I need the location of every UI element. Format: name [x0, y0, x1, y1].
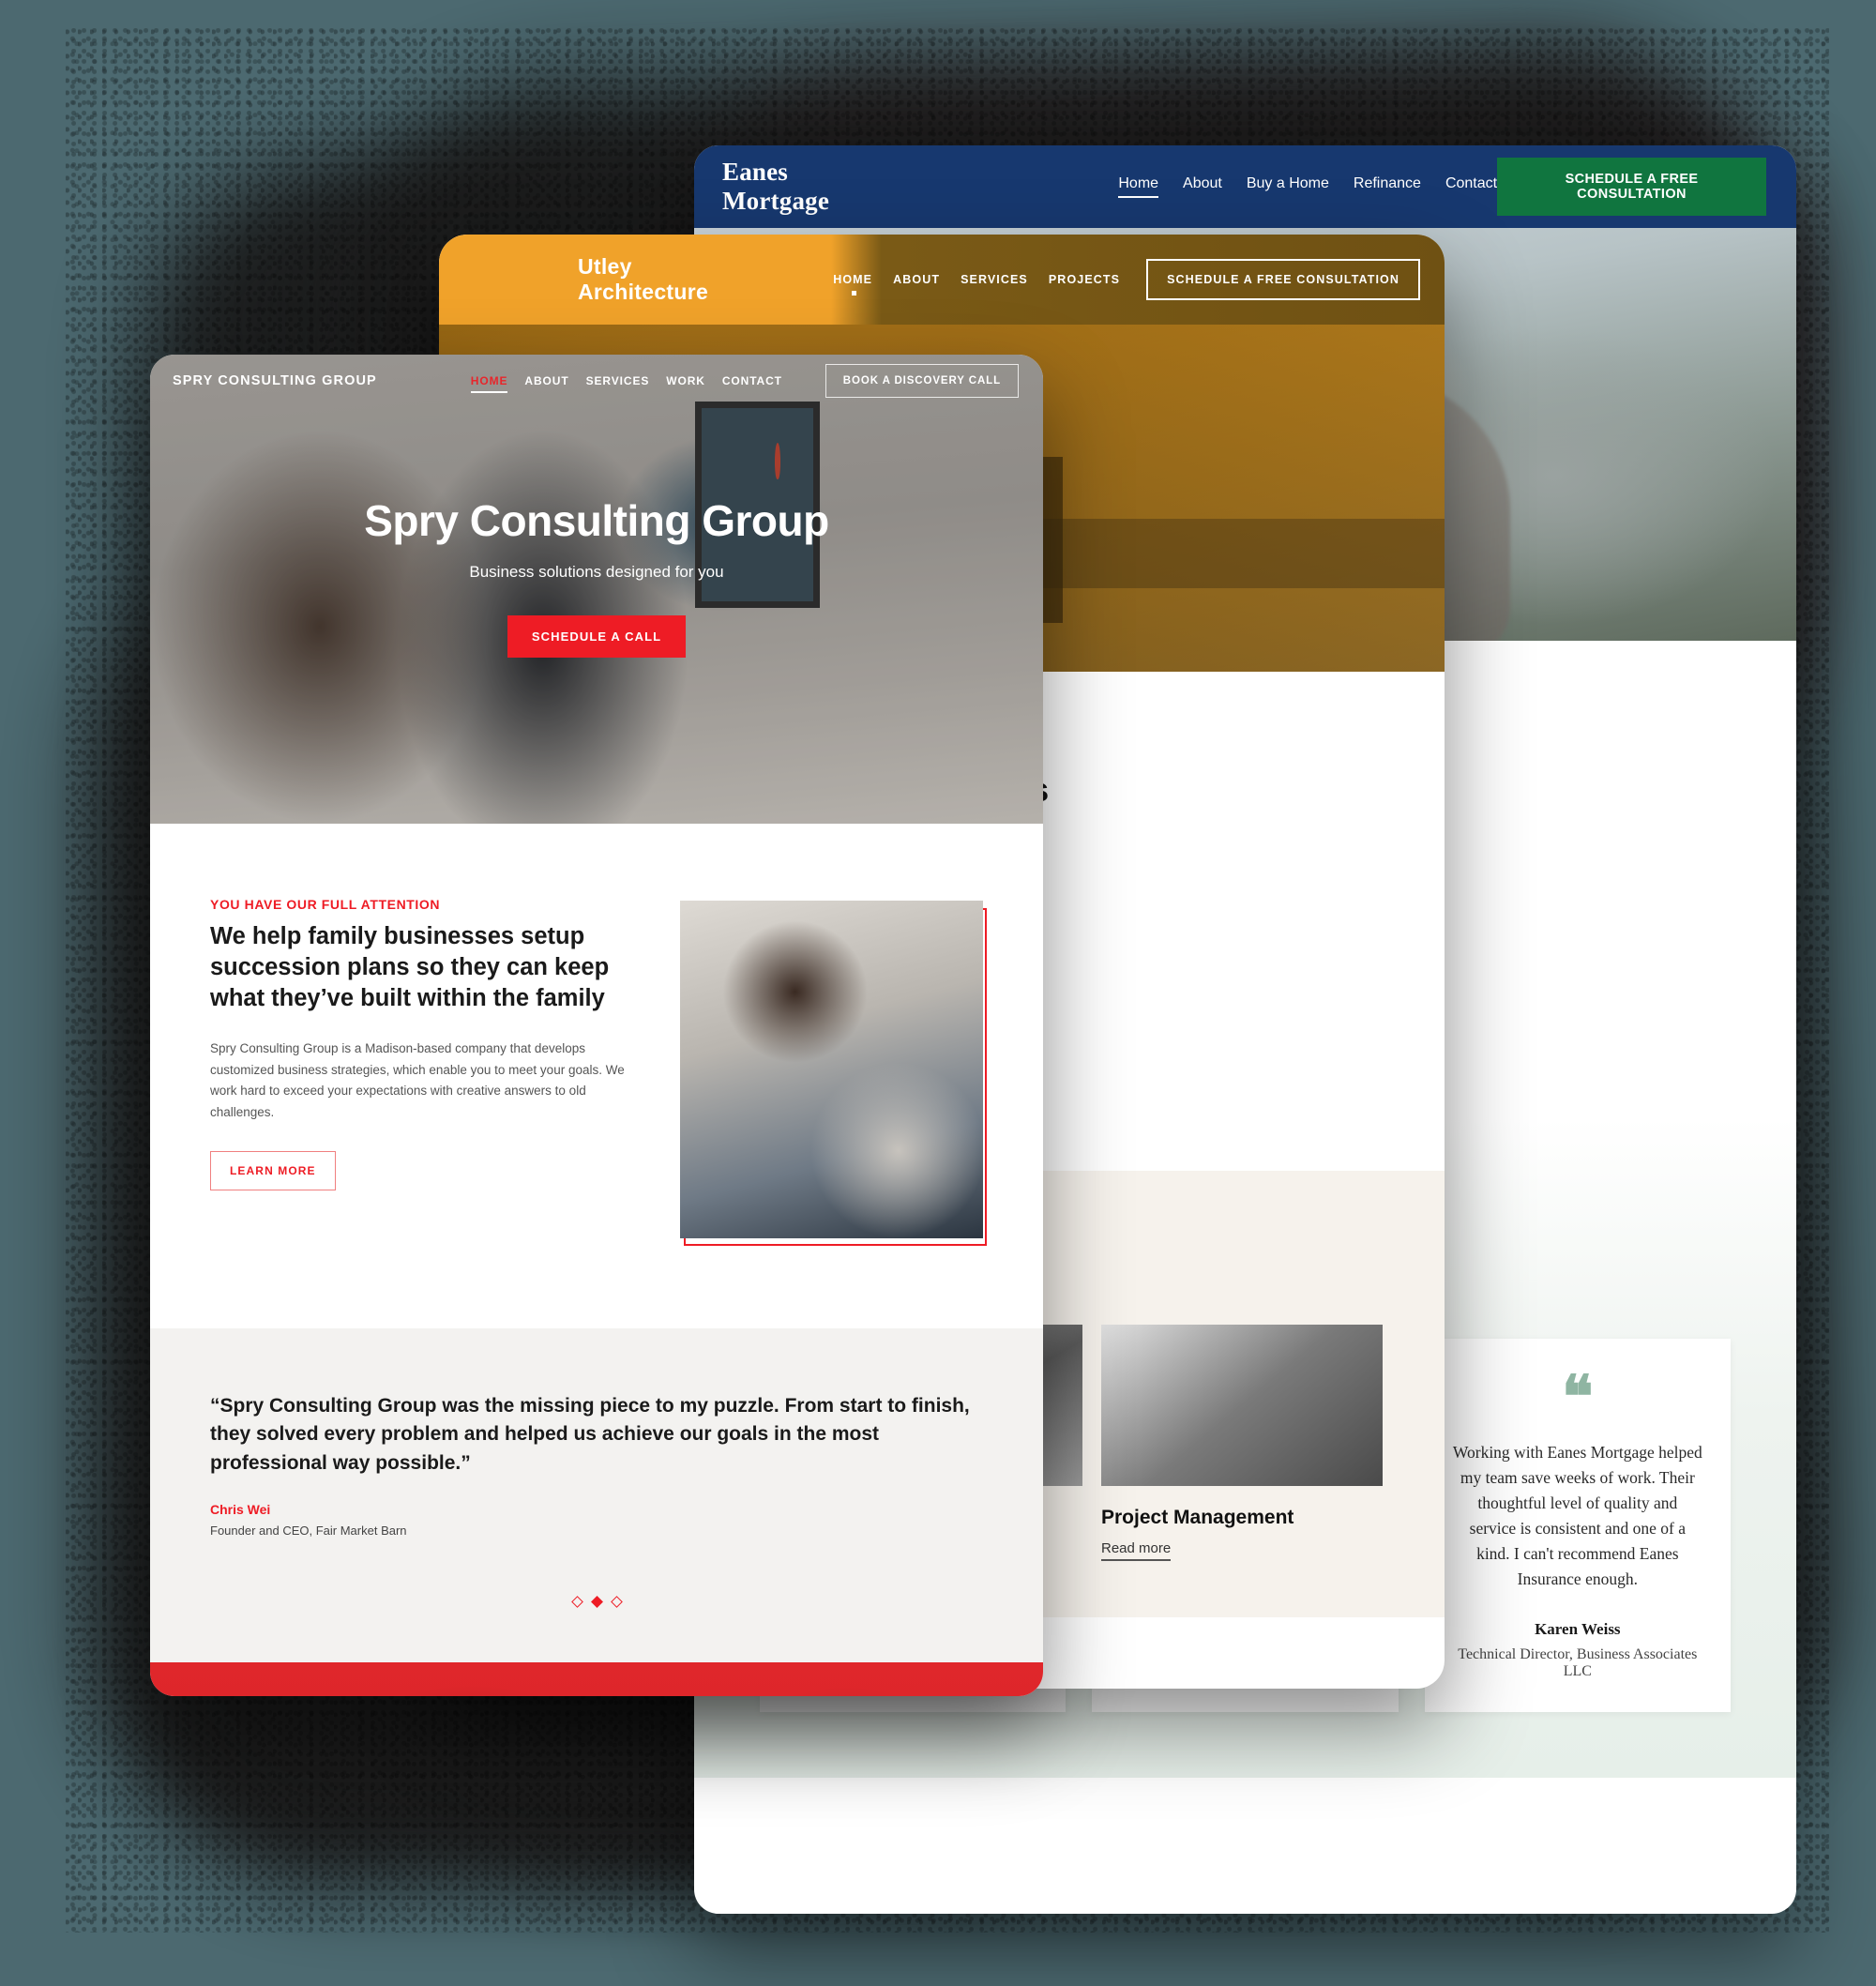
eanes-nav-item-home[interactable]: Home [1118, 175, 1159, 198]
utley-service-card[interactable]: Project Management Read more [1101, 1325, 1383, 1562]
eanes-logo: Eanes Mortgage [722, 158, 830, 215]
carousel-dot-1[interactable] [570, 1596, 583, 1609]
utley-nav-item-home[interactable]: HOME [833, 273, 872, 296]
spry-heading: We help family businesses setup successi… [210, 923, 610, 1012]
utley-nav-links: HOME ABOUT SERVICES PROJECTS [833, 273, 1120, 296]
spry-learn-more-button[interactable]: LEARN MORE [210, 1151, 336, 1191]
spry-eyebrow: YOU HAVE OUR FULL ATTENTION [210, 897, 441, 912]
spry-testimonial-role: Founder and CEO, Fair Market Barn [210, 1524, 407, 1539]
carousel-dot-2-active[interactable] [590, 1596, 603, 1609]
eanes-testimonial-quote: Working with Eanes Mortgage helped my te… [1452, 1442, 1702, 1589]
utley-card-read-more-link[interactable]: Read more [1101, 1540, 1172, 1562]
eanes-testimonial-name: Karen Weiss [1535, 1620, 1621, 1639]
eanes-nav-item-contact[interactable]: Contact [1445, 175, 1497, 198]
carousel-dot-3[interactable] [610, 1596, 623, 1609]
spry-nav-links: HOME ABOUT SERVICES WORK CONTACT [470, 374, 782, 393]
spry-nav-item-services[interactable]: SERVICES [586, 374, 650, 387]
spry-cta-band: Let's talk We would love to hear from yo… [150, 1662, 1043, 1696]
spry-carousel-dots[interactable] [210, 1596, 983, 1609]
spry-handshake-image [680, 901, 987, 1246]
spry-logo: SPRY CONSULTING GROUP [173, 373, 377, 388]
eanes-nav-links: Home About Buy a Home Refinance Contact [1118, 175, 1497, 198]
utley-logo: Utley Architecture [578, 254, 709, 304]
spry-nav-item-home[interactable]: HOME [470, 374, 508, 393]
spry-consulting-website-mockup: SPRY CONSULTING GROUP HOME ABOUT SERVICE… [150, 355, 1043, 1696]
eanes-navbar: Eanes Mortgage Home About Buy a Home Ref… [694, 145, 1796, 228]
spry-testimonial-section: “Spry Consulting Group was the missing p… [150, 1328, 1043, 1663]
eanes-nav-item-refinance[interactable]: Refinance [1354, 175, 1421, 198]
eanes-nav-item-about[interactable]: About [1183, 175, 1222, 198]
utley-nav-item-about[interactable]: ABOUT [893, 273, 940, 286]
spry-nav-item-work[interactable]: WORK [666, 374, 705, 387]
spry-hero: SPRY CONSULTING GROUP HOME ABOUT SERVICE… [150, 355, 1043, 824]
spry-paragraph: Spry Consulting Group is a Madison-based… [210, 1041, 625, 1119]
utley-nav-item-projects[interactable]: PROJECTS [1049, 273, 1120, 286]
eanes-nav-item-buy-a-home[interactable]: Buy a Home [1247, 175, 1329, 198]
spry-hero-title: Spry Consulting Group [364, 496, 829, 545]
utley-card-title: Project Management [1101, 1507, 1294, 1529]
eanes-testimonial-role: Technical Director, Business Associates … [1458, 1646, 1698, 1680]
spry-nav-item-contact[interactable]: CONTACT [722, 374, 782, 387]
spry-navbar: SPRY CONSULTING GROUP HOME ABOUT SERVICE… [150, 355, 1043, 407]
spry-hero-schedule-call-button[interactable]: SCHEDULE A CALL [507, 615, 687, 658]
utley-schedule-consultation-button[interactable]: SCHEDULE A FREE CONSULTATION [1146, 259, 1420, 300]
utley-navbar: Utley Architecture HOME ABOUT SERVICES P… [439, 235, 1445, 325]
spry-hero-subtitle: Business solutions designed for you [469, 563, 724, 581]
utley-nav-item-services[interactable]: SERVICES [961, 273, 1028, 286]
eanes-schedule-consultation-button[interactable]: SCHEDULE A FREE CONSULTATION [1497, 158, 1766, 216]
spry-testimonial-name: Chris Wei [210, 1502, 271, 1518]
spry-book-discovery-call-button[interactable]: BOOK A DISCOVERY CALL [825, 364, 1019, 398]
eanes-testimonial-card: ❝ Working with Eanes Mortgage helped my … [1424, 1339, 1731, 1713]
spry-intro-section: YOU HAVE OUR FULL ATTENTION We help fami… [150, 824, 1043, 1246]
utley-card-image [1101, 1325, 1383, 1487]
spry-hero-text: Spry Consulting Group Business solutions… [150, 495, 1043, 658]
spry-nav-item-about[interactable]: ABOUT [524, 374, 568, 387]
quote-icon: ❝ [1562, 1366, 1594, 1431]
spry-testimonial-quote: “Spry Consulting Group was the missing p… [210, 1395, 970, 1474]
